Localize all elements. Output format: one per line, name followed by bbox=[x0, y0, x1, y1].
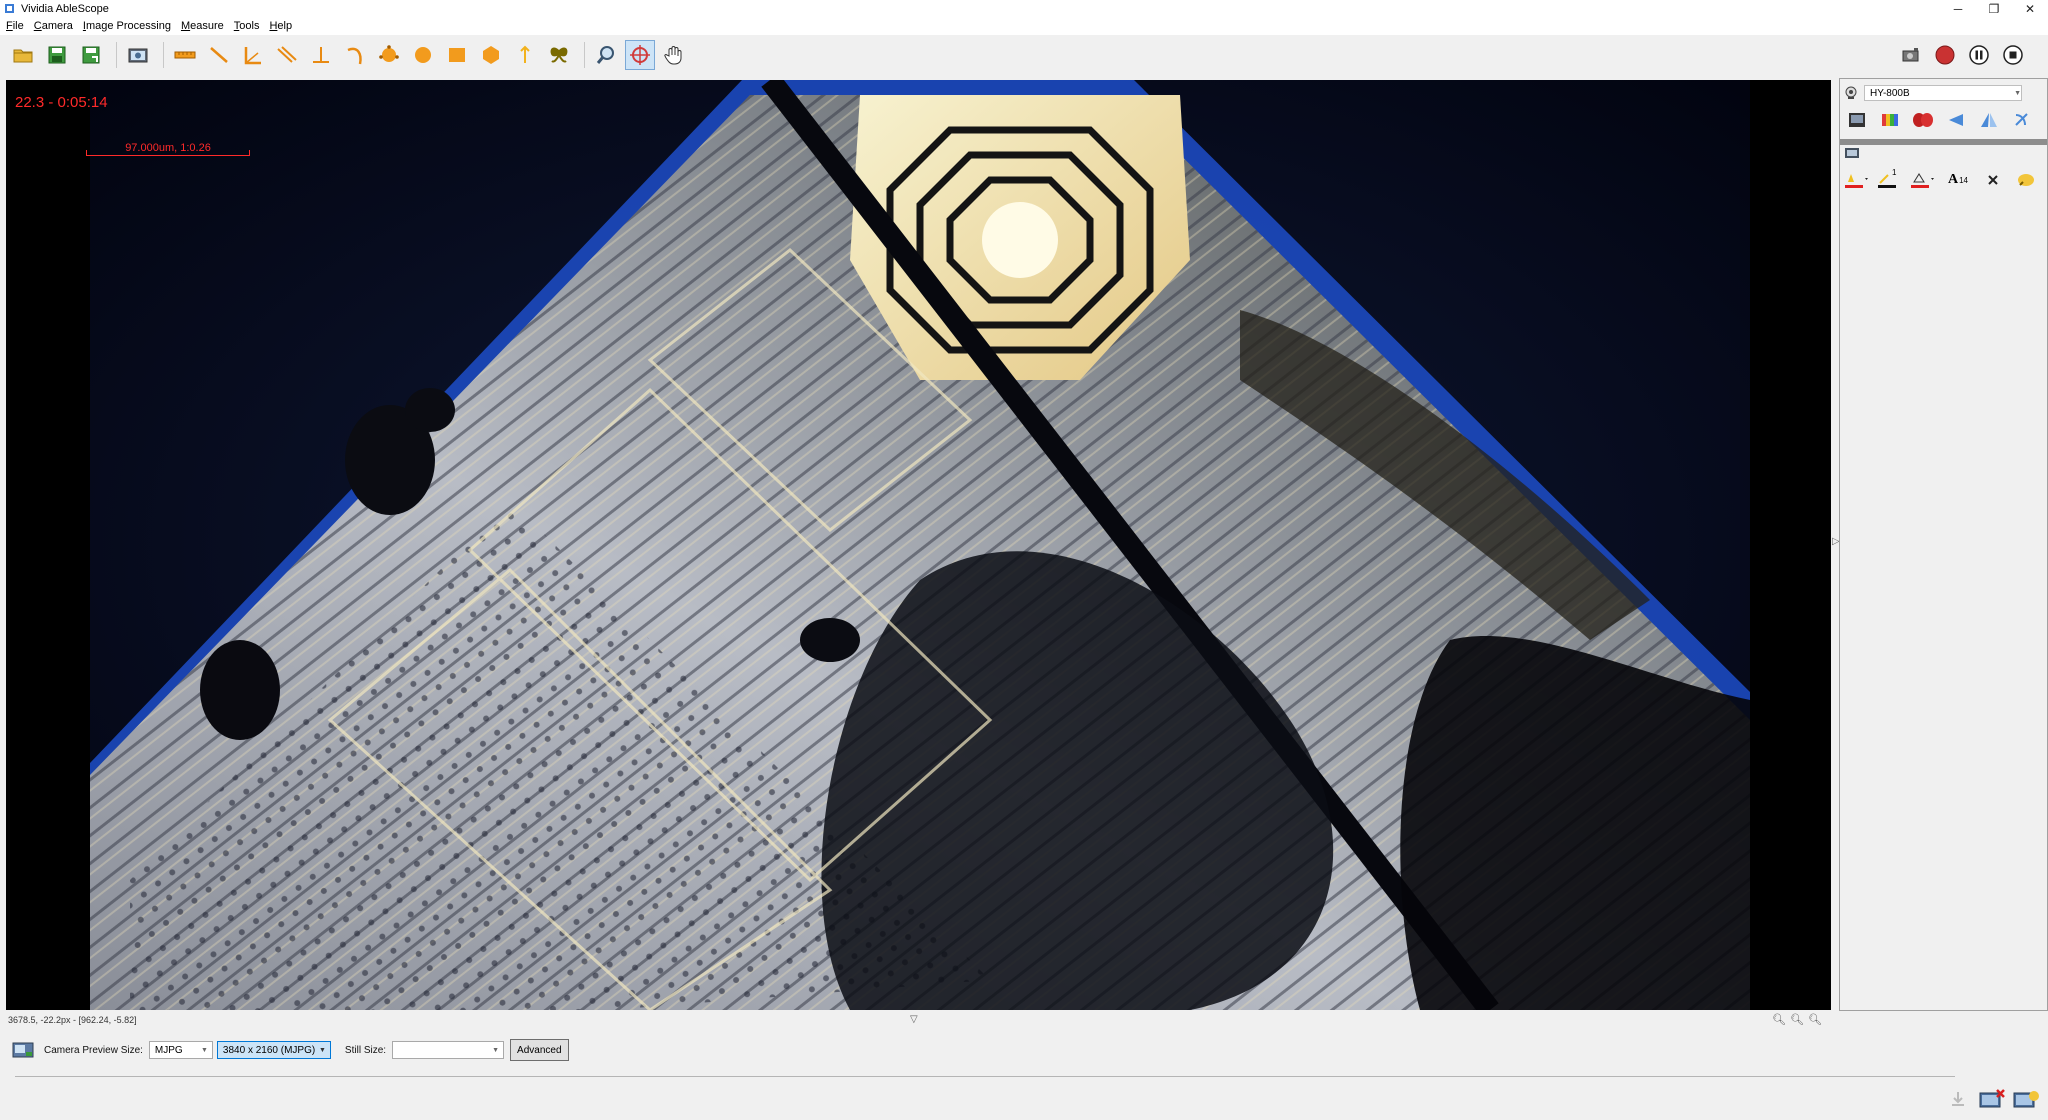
perpendicular-icon[interactable] bbox=[306, 40, 336, 70]
toolbar-right-group bbox=[1896, 35, 2032, 75]
stop-icon[interactable] bbox=[1998, 40, 2028, 70]
annotation-icon bbox=[1845, 148, 1859, 158]
save-as-icon[interactable] bbox=[76, 40, 106, 70]
white-balance-icon[interactable] bbox=[1910, 107, 1936, 133]
zoom-fit-icon[interactable]: 🔍︎ bbox=[1790, 1013, 1808, 1026]
preview-settings-icon[interactable] bbox=[12, 1041, 34, 1059]
webcam-icon bbox=[1845, 86, 1857, 99]
butterfly-icon[interactable] bbox=[544, 40, 574, 70]
chevron-down-icon: ▼ bbox=[492, 1046, 500, 1054]
flip-horizontal-icon[interactable] bbox=[1943, 107, 1969, 133]
chevron-down-icon: ▼ bbox=[318, 1046, 326, 1054]
app-icon bbox=[5, 4, 14, 13]
record-icon[interactable] bbox=[1930, 40, 1960, 70]
toolbar-separator bbox=[163, 42, 164, 68]
font-size-icon[interactable]: A 14 bbox=[1943, 167, 1973, 193]
panel-divider bbox=[1840, 139, 2047, 145]
camera-device-select[interactable]: HY-800B ▼ bbox=[1864, 85, 2022, 101]
resolution-select[interactable]: 3840 x 2160 (MJPG) ▼ bbox=[216, 1041, 331, 1059]
camera-device-value: HY-800B bbox=[1870, 87, 1910, 99]
bottom-right-icons bbox=[1938, 1088, 2040, 1110]
resolution-value: 3840 x 2160 (MJPG) bbox=[222, 1044, 316, 1056]
time-overlay: 22.3 - 0:05:14 bbox=[15, 94, 108, 111]
gallery-icon[interactable] bbox=[2012, 1088, 2040, 1110]
menu-help[interactable]: Help bbox=[263, 20, 296, 32]
format-select[interactable]: MJPG ▼ bbox=[148, 1041, 213, 1059]
color-icon[interactable] bbox=[1877, 107, 1903, 133]
menu-bar: File Camera Image Processing Measure Too… bbox=[0, 17, 2048, 35]
hand-pan-icon[interactable] bbox=[659, 40, 689, 70]
save-icon[interactable] bbox=[42, 40, 72, 70]
chevron-down-icon: ▼ bbox=[200, 1046, 208, 1054]
bottom-controls: Camera Preview Size: MJPG ▼ 3840 x 2160 … bbox=[0, 1035, 2048, 1065]
download-icon[interactable] bbox=[1944, 1088, 1972, 1110]
camera-settings-icon[interactable] bbox=[1896, 40, 1926, 70]
crosshair-icon[interactable] bbox=[625, 40, 655, 70]
font-size-value: 14 bbox=[1959, 175, 1969, 185]
menu-tools[interactable]: Tools bbox=[228, 20, 264, 32]
menu-measure[interactable]: Measure bbox=[175, 20, 228, 32]
clear-icon[interactable] bbox=[1980, 167, 2006, 193]
image-tools-row bbox=[1840, 107, 2047, 133]
scale-bar: 97.000um, 1:0.26 bbox=[86, 142, 250, 156]
window-controls: ─ ❐ ✕ bbox=[1940, 0, 2048, 17]
ruler-icon[interactable] bbox=[170, 40, 200, 70]
menu-camera[interactable]: Camera bbox=[28, 20, 77, 32]
open-folder-icon[interactable] bbox=[8, 40, 38, 70]
window-title: Vividia AbleScope bbox=[21, 2, 109, 15]
toolbar-separator bbox=[584, 42, 585, 68]
rectangle-icon[interactable] bbox=[442, 40, 472, 70]
point-icon[interactable] bbox=[510, 40, 540, 70]
main-toolbar bbox=[0, 35, 2048, 75]
collapse-bottom-arrow-icon[interactable]: ▽ bbox=[910, 1014, 918, 1025]
restore-button[interactable]: ❐ bbox=[1976, 0, 2012, 17]
annotation-tools-row: 1 A 14 bbox=[1840, 167, 2047, 193]
minimize-button[interactable]: ─ bbox=[1940, 0, 1976, 17]
highlight-icon[interactable] bbox=[2013, 167, 2039, 193]
line-icon[interactable] bbox=[204, 40, 234, 70]
close-button[interactable]: ✕ bbox=[2012, 0, 2048, 17]
image-adjust-icon[interactable] bbox=[1844, 107, 1870, 133]
angle-icon[interactable] bbox=[238, 40, 268, 70]
still-size-select[interactable]: ▼ bbox=[392, 1041, 505, 1059]
flip-vertical-icon[interactable] bbox=[1976, 107, 2002, 133]
microscope-image bbox=[90, 80, 1750, 1010]
polygon-icon[interactable] bbox=[476, 40, 506, 70]
preview-size-label: Camera Preview Size: bbox=[44, 1044, 143, 1056]
title-bar: Vividia AbleScope ─ ❐ ✕ bbox=[0, 0, 2048, 17]
menu-file[interactable]: File bbox=[0, 20, 28, 32]
camera-preview-canvas[interactable]: 22.3 - 0:05:14 97.000um, 1:0.26 bbox=[6, 80, 1831, 1010]
progress-track bbox=[15, 1076, 1955, 1077]
delete-image-icon[interactable] bbox=[1978, 1088, 2006, 1110]
circle-3pt-icon[interactable] bbox=[374, 40, 404, 70]
parallel-lines-icon[interactable] bbox=[272, 40, 302, 70]
right-panel: HY-800B ▼ 1 A 14 bbox=[1839, 78, 2048, 1011]
camera-select-row: HY-800B ▼ bbox=[1840, 85, 2047, 101]
pause-icon[interactable] bbox=[1964, 40, 1994, 70]
pen-color-icon[interactable] bbox=[1844, 167, 1870, 193]
zoom-out-icon[interactable]: 🔍︎ bbox=[1772, 1013, 1790, 1026]
zoom-controls: 🔍︎ 🔍︎ 🔍︎ bbox=[1772, 1013, 1826, 1026]
toolbar-separator bbox=[116, 42, 117, 68]
line-width-value: 1 bbox=[1892, 168, 1897, 177]
zoom-icon[interactable] bbox=[591, 40, 621, 70]
fill-color-icon[interactable] bbox=[1910, 167, 1936, 193]
menu-image-processing[interactable]: Image Processing bbox=[77, 20, 175, 32]
still-size-label: Still Size: bbox=[344, 1044, 387, 1056]
arc-icon[interactable] bbox=[340, 40, 370, 70]
advanced-button[interactable]: Advanced bbox=[510, 1039, 569, 1061]
cursor-coordinates: 3678.5, -22.2px - [962.24, -5.82] bbox=[8, 1015, 137, 1025]
snapshot-icon[interactable] bbox=[123, 40, 153, 70]
chevron-down-icon: ▼ bbox=[2014, 89, 2021, 97]
circle-icon[interactable] bbox=[408, 40, 438, 70]
annotation-header-row bbox=[1840, 147, 2047, 159]
font-letter: A bbox=[1947, 172, 1959, 187]
format-value: MJPG bbox=[154, 1044, 183, 1056]
rotate-icon[interactable] bbox=[2009, 107, 2035, 133]
line-width-icon[interactable]: 1 bbox=[1877, 167, 1903, 193]
zoom-in-icon[interactable]: 🔍︎ bbox=[1808, 1013, 1826, 1026]
scale-bar-line bbox=[86, 150, 250, 156]
